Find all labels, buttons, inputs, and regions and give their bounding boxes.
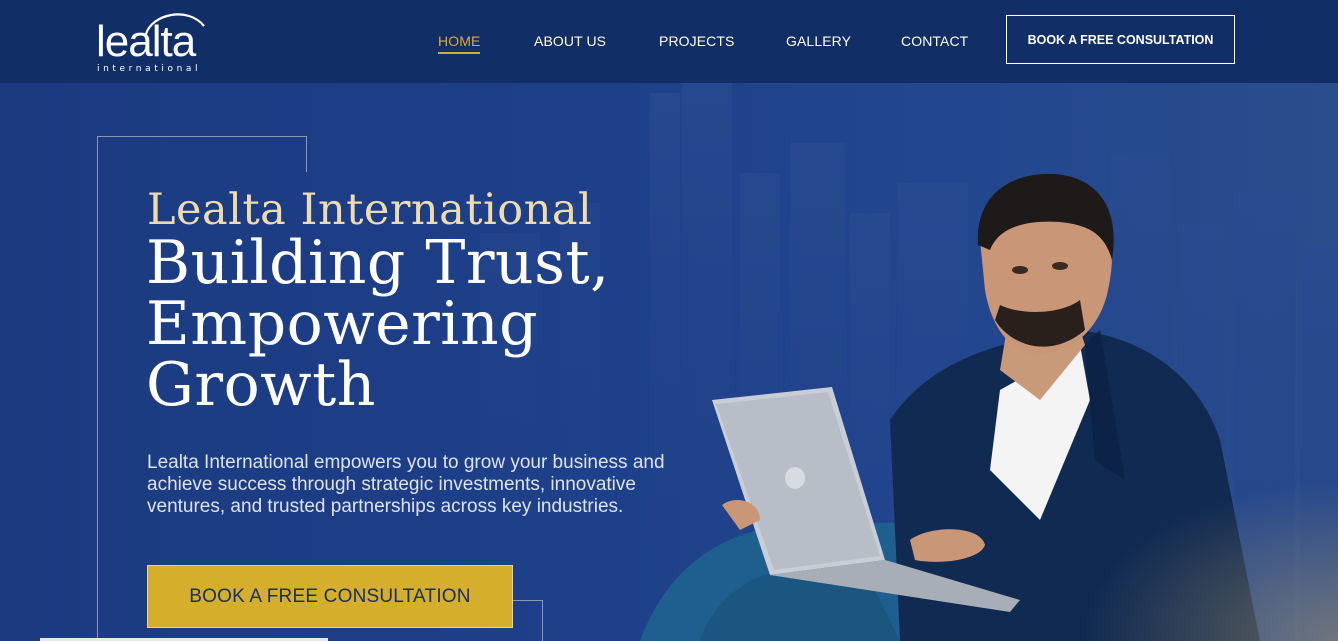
decorative-frame-right: [306, 136, 307, 172]
headline-line-2: Empowering: [146, 289, 539, 359]
header-book-consultation-button[interactable]: BOOK A FREE CONSULTATION: [1006, 15, 1235, 64]
nav-about-us[interactable]: ABOUT US: [534, 33, 606, 49]
headline-line-1: Building Trust,: [146, 228, 610, 298]
decorative-frame-top: [97, 136, 307, 137]
site-header: lealta international HOME ABOUT US PROJE…: [0, 0, 1338, 83]
hero-description: Lealta International empowers you to gro…: [147, 452, 665, 517]
decorative-frame-left: [97, 136, 98, 641]
logo-wordmark: lealta: [96, 17, 196, 66]
nav-home[interactable]: HOME: [438, 33, 481, 54]
decorative-frame-bottom-right: [542, 600, 543, 641]
nav-contact[interactable]: CONTACT: [901, 33, 968, 49]
headline-line-3: Growth: [146, 350, 376, 420]
hero-book-consultation-button[interactable]: BOOK A FREE CONSULTATION: [147, 565, 513, 628]
hero-glow: [1078, 481, 1338, 641]
lealta-logo[interactable]: lealta international: [96, 8, 214, 74]
logo-subtext: international: [97, 64, 202, 74]
hero-headline: Building Trust, Empowering Growth: [146, 233, 706, 416]
nav-gallery[interactable]: GALLERY: [786, 33, 851, 49]
nav-projects[interactable]: PROJECTS: [659, 33, 734, 49]
